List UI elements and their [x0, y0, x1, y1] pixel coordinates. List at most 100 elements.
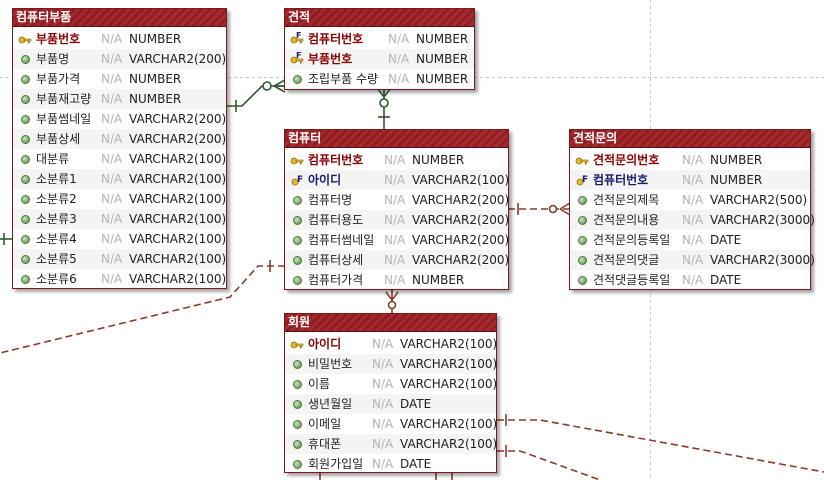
column-nullable: N/A — [384, 213, 406, 227]
key-icon — [290, 153, 304, 167]
relationship-computer-inquiry[interactable] — [508, 202, 571, 216]
entity-estimate[interactable]: 견적 F 컴퓨터번호 N/A NUMBER F 부품번호 N/A NUMBER 조립부품 수량 N… — [284, 8, 475, 90]
column-row[interactable]: 견적문의등록일 N/A DATE — [570, 230, 810, 250]
column-type: VARCHAR2(100) — [412, 173, 510, 187]
column-row[interactable]: 이메일 N/A VARCHAR2(100) — [285, 414, 498, 434]
column-row[interactable]: 회원가입일 N/A DATE — [285, 454, 496, 474]
column-name: 견적문의번호 — [593, 153, 660, 167]
column-row[interactable]: 이름 N/A VARCHAR2(100) — [285, 374, 497, 394]
column-row[interactable]: 견적문의번호 N/A NUMBER — [570, 150, 810, 170]
column-nullable: N/A — [372, 357, 394, 371]
column-row[interactable]: F 컴퓨터번호 N/A NUMBER — [285, 29, 474, 49]
column-name: 부품명 — [36, 52, 70, 66]
column-name: 견적문의댓글 — [593, 253, 660, 267]
column-nullable: N/A — [101, 112, 123, 126]
column-row[interactable]: 비밀번호 N/A VARCHAR2(100) — [285, 354, 498, 374]
entity-computer[interactable]: 컴퓨터 컴퓨터번호 N/A NUMBER F 아이디 N/A VARCHAR2(100) 컴퓨… — [284, 129, 509, 290]
relationship-computer-estimate[interactable] — [377, 88, 391, 130]
column-row[interactable]: F 컴퓨터번호 N/A NUMBER — [570, 170, 810, 190]
column-row[interactable]: 견적댓글등록일 N/A DATE — [570, 270, 810, 290]
column-type: DATE — [710, 273, 742, 287]
column-type: VARCHAR2(100) — [129, 152, 227, 166]
foreign-key-icon: F — [575, 173, 589, 187]
column-type: VARCHAR2(200) — [129, 112, 227, 126]
column-row[interactable]: 아이디 N/A VARCHAR2(100) — [285, 334, 497, 354]
column-row[interactable]: 컴퓨터번호 N/A NUMBER — [285, 150, 508, 170]
column-type: VARCHAR2(100) — [400, 417, 498, 431]
column-dot-icon — [18, 272, 32, 286]
entity-member[interactable]: 회원 아이디 N/A VARCHAR2(100) 비밀번호 N/A VARCHAR2(10… — [284, 313, 497, 473]
column-row[interactable]: 부품재고량 N/A NUMBER — [13, 89, 226, 109]
column-row[interactable]: 대분류 N/A VARCHAR2(100) — [13, 149, 226, 169]
column-dot-icon — [18, 212, 32, 226]
column-dot-icon — [290, 193, 304, 207]
column-row[interactable]: 컴퓨터가격 N/A NUMBER — [285, 270, 508, 290]
column-type: NUMBER — [129, 72, 182, 86]
column-name: 소분류2 — [36, 192, 77, 206]
column-nullable: N/A — [682, 233, 704, 247]
key-icon — [18, 32, 32, 46]
column-row[interactable]: 부품번호 N/A NUMBER — [13, 29, 226, 49]
column-row[interactable]: 소분류4 N/A VARCHAR2(100) — [13, 229, 226, 249]
column-row[interactable]: 컴퓨터상세 N/A VARCHAR2(200) — [285, 250, 510, 270]
column-row[interactable]: 컴퓨터명 N/A VARCHAR2(200) — [285, 190, 510, 210]
column-row[interactable]: 견적문의내용 N/A VARCHAR2(3000) — [570, 210, 815, 230]
entity-estimate-inquiry[interactable]: 견적문의 견적문의번호 N/A NUMBER F 컴퓨터번호 N/A NUMBER 견적문의제… — [569, 129, 815, 290]
column-row[interactable]: 부품명 N/A VARCHAR2(200) — [13, 49, 226, 69]
column-dot-icon — [290, 437, 304, 451]
svg-text:F: F — [582, 175, 588, 185]
column-name: 부품재고량 — [36, 92, 92, 106]
foreign-key-icon: F — [290, 51, 304, 66]
column-row[interactable]: 부품가격 N/A NUMBER — [13, 69, 226, 89]
column-dot-icon — [575, 213, 589, 227]
column-row[interactable]: 부품썸네일 N/A VARCHAR2(200) — [13, 109, 226, 129]
column-row[interactable]: 견적문의제목 N/A VARCHAR2(500) — [570, 190, 810, 210]
column-row[interactable]: 소분류5 N/A VARCHAR2(100) — [13, 249, 226, 269]
column-row[interactable]: F 아이디 N/A VARCHAR2(100) — [285, 170, 510, 190]
column-row[interactable]: 소분류6 N/A VARCHAR2(100) — [13, 269, 226, 289]
column-type: VARCHAR2(200) — [412, 233, 510, 247]
column-row[interactable]: 휴대폰 N/A VARCHAR2(100) — [285, 434, 497, 454]
column-row[interactable]: 컴퓨터용도 N/A VARCHAR2(200) — [285, 210, 509, 230]
column-dot-icon — [18, 192, 32, 206]
relationship-part-estimate[interactable] — [226, 79, 286, 112]
column-row[interactable]: F 부품번호 N/A NUMBER — [285, 49, 474, 69]
column-row[interactable]: 소분류1 N/A VARCHAR2(100) — [13, 169, 226, 189]
column-nullable: N/A — [372, 457, 394, 471]
column-name: 이메일 — [308, 417, 342, 431]
column-name: 컴퓨터번호 — [593, 173, 649, 187]
relationship-offpage-right-2[interactable] — [497, 445, 601, 480]
column-type: VARCHAR2(200) — [412, 193, 510, 207]
column-dot-icon — [290, 457, 304, 471]
column-name: 부품상세 — [36, 132, 81, 146]
column-nullable: N/A — [101, 52, 123, 66]
column-nullable: N/A — [384, 253, 406, 267]
column-row[interactable]: 컴퓨터썸네일 N/A VARCHAR2(200) — [285, 230, 510, 250]
column-dot-icon — [575, 253, 589, 267]
relationship-offpage-right-1[interactable] — [497, 414, 824, 473]
column-row[interactable]: 소분류2 N/A VARCHAR2(100) — [13, 189, 226, 209]
column-row[interactable]: 조립부품 수량 N/A NUMBER — [285, 69, 474, 89]
column-name: 컴퓨터용도 — [308, 213, 364, 227]
column-type: VARCHAR2(100) — [400, 357, 498, 371]
column-name: 이름 — [308, 377, 331, 391]
column-row[interactable]: 견적문의댓글 N/A VARCHAR2(3000) — [570, 250, 815, 270]
column-dot-icon — [575, 273, 589, 287]
column-nullable: N/A — [388, 72, 410, 86]
column-row[interactable]: 부품상세 N/A VARCHAR2(200) — [13, 129, 226, 149]
column-nullable: N/A — [388, 32, 410, 46]
column-type: NUMBER — [416, 52, 469, 66]
relationship-stub-left[interactable] — [0, 233, 12, 245]
column-type: NUMBER — [129, 92, 182, 106]
column-row[interactable]: 생년월일 N/A DATE — [285, 394, 496, 414]
column-type: DATE — [400, 457, 432, 471]
column-name: 견적문의내용 — [593, 213, 660, 227]
column-name: 부품가격 — [36, 72, 81, 86]
column-type: VARCHAR2(100) — [129, 172, 227, 186]
column-nullable: N/A — [101, 232, 123, 246]
column-type: VARCHAR2(100) — [129, 192, 227, 206]
column-row[interactable]: 소분류3 N/A VARCHAR2(100) — [13, 209, 226, 229]
column-name: 조립부품 수량 — [308, 72, 379, 86]
entity-computer-part[interactable]: 컴퓨터부품 부품번호 N/A NUMBER 부품명 N/A VARCHAR2(200) 부품… — [12, 8, 227, 289]
column-type: VARCHAR2(200) — [412, 253, 510, 267]
